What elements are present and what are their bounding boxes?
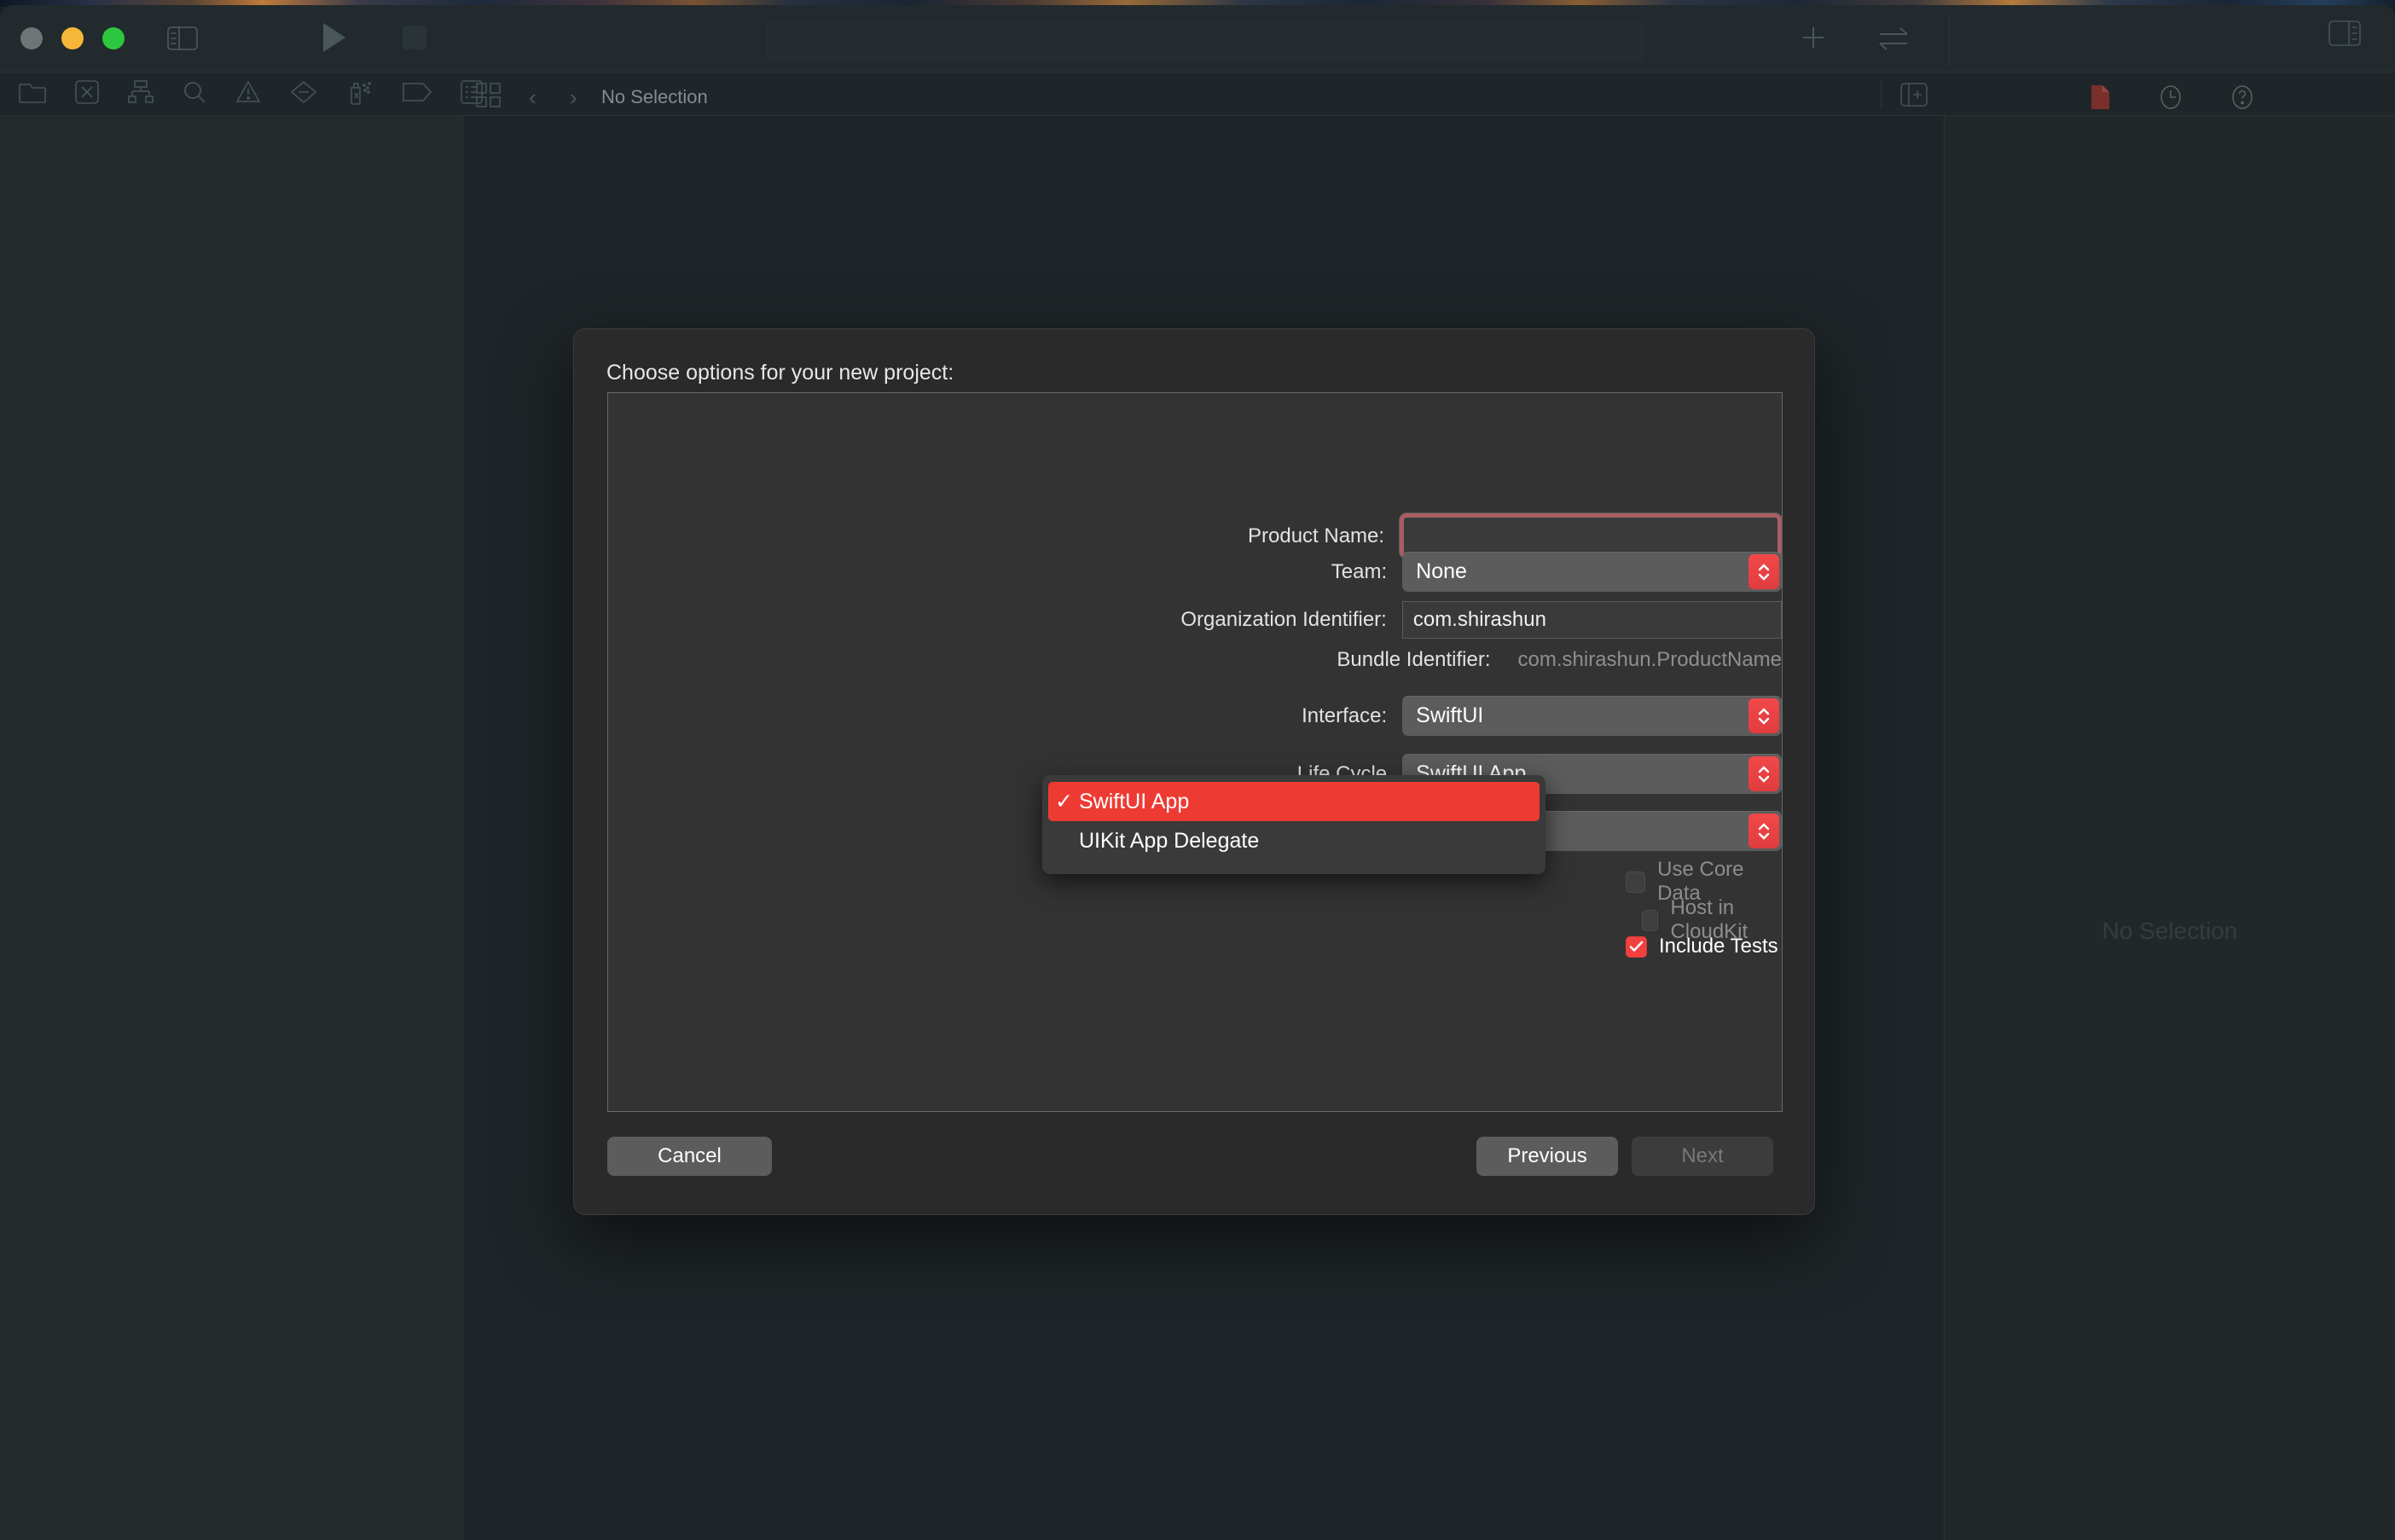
- use-core-data-checkbox[interactable]: [1626, 871, 1646, 893]
- run-icon[interactable]: [320, 20, 349, 55]
- jump-bar: ‹ › No Selection: [0, 72, 2395, 116]
- swap-arrows-icon[interactable]: [1875, 24, 1912, 53]
- jump-bar-title: No Selection: [601, 86, 708, 107]
- dialog-title: Choose options for your new project:: [606, 361, 954, 385]
- interface-label: Interface:: [1302, 703, 1388, 727]
- window-toolbar: [0, 5, 2395, 72]
- file-document-icon[interactable]: [2090, 84, 2110, 114]
- navigator-filter-bar: [0, 72, 483, 116]
- menu-item-swiftui-app[interactable]: ✓ SwiftUI App: [1048, 782, 1540, 821]
- team-value: None: [1416, 559, 1467, 583]
- minimize-window-button[interactable]: [61, 27, 84, 49]
- add-editor-icon[interactable]: [1900, 83, 1928, 111]
- stop-icon[interactable]: [401, 24, 428, 51]
- menu-item-label: UIKit App Delegate: [1079, 828, 1260, 853]
- navigate-back-icon[interactable]: ‹: [529, 84, 536, 111]
- form-row-team: Team: None: [608, 552, 1782, 592]
- close-window-button[interactable]: [20, 27, 43, 49]
- include-tests-label: Include Tests: [1659, 935, 1778, 958]
- activity-status-field[interactable]: [766, 20, 1644, 61]
- interface-popup-button[interactable]: SwiftUI: [1402, 696, 1782, 736]
- host-in-cloudkit-checkbox[interactable]: [1642, 909, 1659, 931]
- jump-bar-divider: [1881, 81, 1882, 108]
- menu-item-label: SwiftUI App: [1079, 789, 1190, 813]
- form-row-interface: Interface: SwiftUI: [608, 696, 1782, 736]
- project-options-form: Product Name: Team: None Organization Id…: [608, 393, 1783, 1111]
- test-diamond-icon[interactable]: [290, 80, 317, 108]
- org-identifier-label: Organization Identifier:: [1180, 608, 1387, 631]
- team-popup-button[interactable]: None: [1402, 552, 1782, 592]
- sidebar-toggle-icon[interactable]: [167, 26, 198, 50]
- add-icon[interactable]: [1798, 20, 1829, 55]
- life-cycle-popup-menu[interactable]: ✓ SwiftUI App UIKit App Delegate: [1042, 775, 1545, 874]
- new-project-options-dialog: Choose options for your new project: Pro…: [573, 328, 1815, 1215]
- symbol-hierarchy-icon[interactable]: [128, 80, 154, 108]
- toolbar-divider: [1949, 12, 1950, 65]
- inspector-tab-bar: [2090, 84, 2253, 114]
- include-tests-checkbox[interactable]: [1626, 935, 1647, 958]
- team-label: Team:: [1331, 559, 1388, 583]
- dialog-content-panel: Product Name: Team: None Organization Id…: [607, 392, 1783, 1112]
- inspector-no-selection-label: No Selection: [2102, 918, 2238, 944]
- checkbox-row-include-tests[interactable]: Include Tests: [1626, 935, 1778, 958]
- cancel-button[interactable]: Cancel: [607, 1137, 772, 1176]
- zoom-window-button[interactable]: [102, 27, 125, 49]
- issue-warning-icon[interactable]: [235, 80, 261, 108]
- help-question-icon[interactable]: [2231, 84, 2253, 114]
- chevron-updown-icon: [1748, 756, 1779, 791]
- chevron-updown-icon: [1748, 813, 1779, 848]
- form-row-org-identifier: Organization Identifier: com.shirashun: [608, 601, 1782, 639]
- inspector-pane[interactable]: No Selection: [1944, 116, 2395, 1540]
- editor-options-icon[interactable]: [476, 83, 502, 113]
- history-clock-icon[interactable]: [2160, 84, 2182, 114]
- navigator-pane[interactable]: [0, 116, 463, 1540]
- product-name-label: Product Name:: [1248, 524, 1385, 547]
- navigate-forward-icon[interactable]: ›: [570, 84, 577, 111]
- project-folder-icon[interactable]: [19, 81, 46, 107]
- source-control-icon[interactable]: [75, 80, 99, 108]
- xcode-window: ‹ › No Selection No Selection Choose opt…: [0, 5, 2395, 1540]
- breakpoint-tag-icon[interactable]: [403, 83, 432, 106]
- org-identifier-input[interactable]: com.shirashun: [1401, 601, 1782, 639]
- form-row-bundle-identifier: Bundle Identifier: com.shirashun.Product…: [608, 648, 1782, 672]
- previous-button[interactable]: Previous: [1476, 1137, 1618, 1176]
- traffic-light-group: [20, 27, 125, 49]
- next-button[interactable]: Next: [1632, 1137, 1773, 1176]
- search-icon[interactable]: [183, 80, 206, 108]
- bundle-identifier-label: Bundle Identifier:: [1337, 648, 1491, 671]
- menu-item-uikit-app-delegate[interactable]: UIKit App Delegate: [1048, 821, 1540, 860]
- debug-spray-icon[interactable]: [346, 79, 374, 109]
- chevron-updown-icon: [1748, 554, 1779, 589]
- checkmark-icon: ✓: [1055, 790, 1073, 813]
- org-identifier-value: com.shirashun: [1412, 608, 1546, 631]
- interface-value: SwiftUI: [1416, 703, 1484, 727]
- bundle-identifier-value: com.shirashun.ProductName: [1517, 648, 1782, 671]
- inspector-toggle-icon[interactable]: [2328, 20, 2361, 46]
- chevron-updown-icon: [1748, 698, 1779, 733]
